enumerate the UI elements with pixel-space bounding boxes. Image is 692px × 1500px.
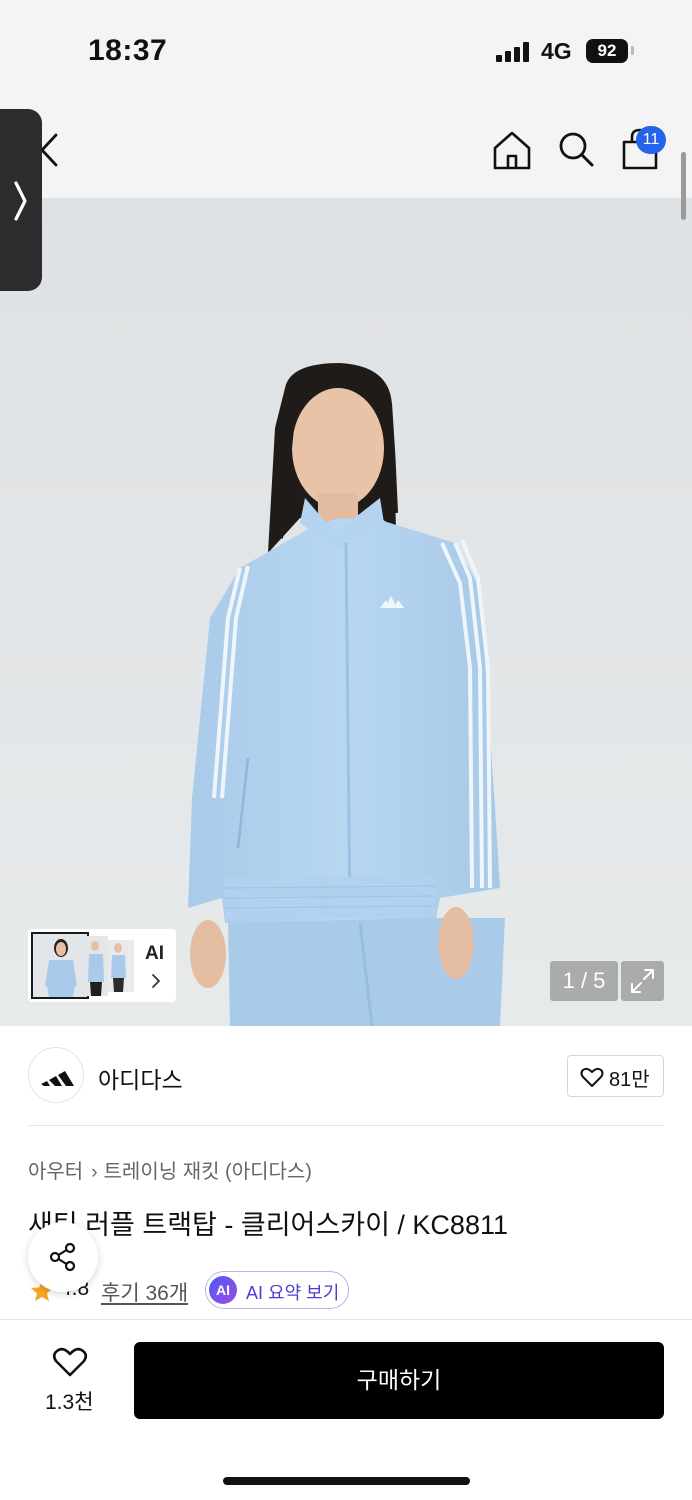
- chevron-right-icon: ›: [91, 1162, 98, 1183]
- brand-name[interactable]: 아디다스: [98, 1061, 183, 1095]
- breadcrumb-subcategory[interactable]: 트레이닝 재킷 (아디다스): [104, 1161, 312, 1183]
- thumbnail-2[interactable]: [86, 936, 108, 996]
- review-link[interactable]: 후기 36개: [101, 1277, 188, 1307]
- thumbnail-photo: [88, 941, 104, 996]
- thumbnail-3[interactable]: [108, 940, 134, 992]
- thumbnail-photo: [45, 939, 77, 997]
- divider: [28, 1125, 664, 1126]
- chevron-right-icon: [14, 181, 27, 221]
- ai-summary-label[interactable]: AI 요약 보기: [246, 1279, 339, 1305]
- product-photo: [188, 363, 505, 1026]
- breadcrumb: 아우터 › 트레이닝 재킷 (아디다스): [28, 1155, 312, 1184]
- status-time: 18:37: [88, 34, 168, 67]
- expand-icon: [631, 969, 654, 993]
- product-image[interactable]: [0, 198, 692, 1026]
- heart-icon: [580, 1067, 604, 1087]
- brand-logo[interactable]: [28, 1047, 84, 1103]
- signal-icon: [496, 40, 532, 62]
- bottom-bar-divider: [0, 1319, 692, 1320]
- home-indicator[interactable]: [223, 1477, 470, 1485]
- home-icon: [493, 131, 531, 170]
- wishlist-count: 1.3천: [45, 1391, 94, 1414]
- ai-label[interactable]: AI: [145, 943, 164, 965]
- heart-icon: [52, 1347, 88, 1377]
- cart-count-badge: 11: [636, 126, 666, 154]
- expand-button[interactable]: [621, 961, 664, 1001]
- home-button[interactable]: [492, 128, 532, 172]
- thumbnail-photo: [111, 943, 126, 992]
- adidas-logo-icon: [41, 1071, 74, 1086]
- image-page-counter: 1 / 5: [550, 961, 618, 1001]
- product-title: 새틴 러플 트랙탑 - 클리어스카이 / KC8811: [28, 1210, 508, 1240]
- breadcrumb-category[interactable]: 아우터: [28, 1161, 83, 1183]
- search-icon: [559, 132, 594, 167]
- battery-icon: 92: [586, 39, 628, 63]
- thumbnail-1[interactable]: [31, 932, 89, 999]
- ai-badge-icon: AI: [209, 1276, 237, 1304]
- search-button[interactable]: [556, 128, 596, 172]
- network-type: 4G: [541, 38, 572, 64]
- battery-nub: [631, 46, 634, 55]
- brand-like-count: 81만: [609, 1069, 650, 1091]
- side-panel-handle[interactable]: [0, 109, 42, 291]
- buy-button[interactable]: 구매하기: [134, 1342, 664, 1419]
- scrollbar[interactable]: [681, 152, 686, 220]
- share-button[interactable]: [28, 1222, 98, 1292]
- share-icon: [49, 1242, 76, 1272]
- chevron-right-icon[interactable]: [150, 973, 162, 989]
